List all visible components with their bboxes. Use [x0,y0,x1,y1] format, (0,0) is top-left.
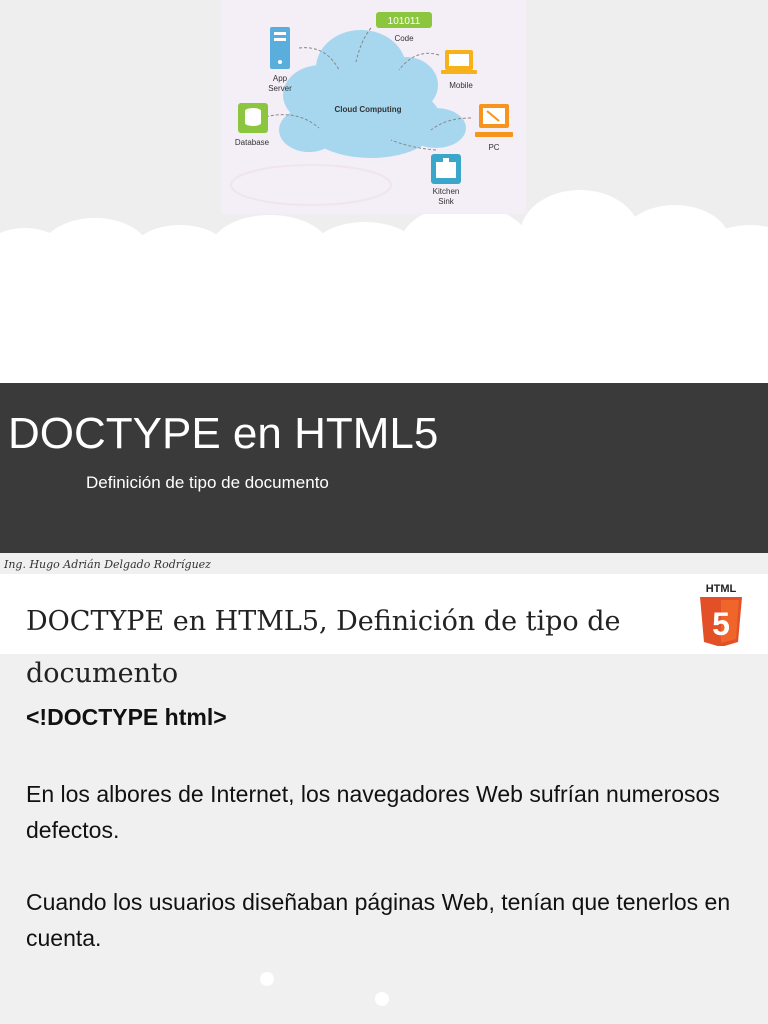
page-title: DOCTYPE en HTML5 [8,409,439,458]
pc-icon [475,104,513,137]
cloud-bump [400,205,530,285]
app-server-label: App [273,74,288,83]
paragraph-2: Cuando los usuarios diseñaban páginas We… [26,889,731,951]
content-slide: DOCTYPE en HTML5, Definición de tipo de … [0,574,768,1024]
cloud-computing-diagram: Cloud Computing App Server 101011 Code M… [221,0,526,214]
laptop-icon [441,50,477,74]
cover-slide: Cloud Computing App Server 101011 Code M… [0,0,768,383]
kitchen-label: Kitchen [433,187,460,196]
author-signature: Ing. Hugo Adrián Delgado Rodríguez [4,558,211,571]
decorative-dot [375,992,389,1006]
decorative-dot [260,972,274,986]
cloud-icon [279,30,466,158]
mobile-label: Mobile [449,81,473,90]
code-label: Code [394,34,414,43]
html5-logo-icon: HTML 5 [694,580,750,650]
kitchen-sink-icon [431,154,461,184]
kitchen-label-2: Sink [438,197,455,206]
code-tag-text: 101011 [388,16,421,27]
database-icon [238,103,268,133]
pc-label: PC [488,143,499,152]
paragraph-1: En los albores de Internet, los navegado… [26,781,720,843]
app-server-label-2: Server [268,84,292,93]
database-label: Database [235,138,270,147]
server-icon [270,27,290,69]
doctype-code: <!DOCTYPE html> [26,704,227,730]
html5-badge-number: 5 [712,606,730,642]
title-banner: DOCTYPE en HTML5 Definición de tipo de d… [0,383,768,553]
page-subtitle: Definición de tipo de documento [86,473,329,492]
html5-badge-text: HTML [706,583,737,595]
slide-title: DOCTYPE en HTML5, Definición de tipo de … [26,606,621,689]
cloud-label: Cloud Computing [334,105,401,114]
